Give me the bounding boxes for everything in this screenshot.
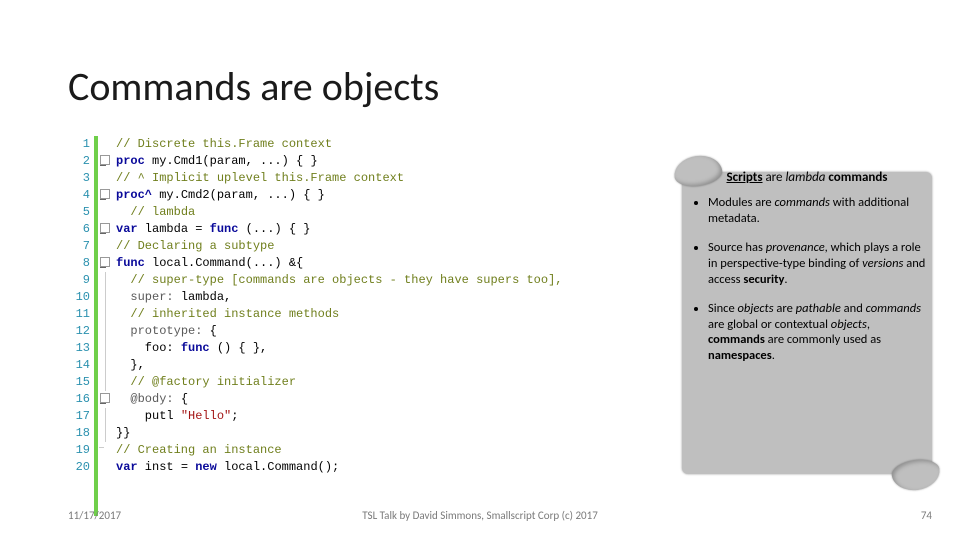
fold-marker (98, 459, 112, 476)
line-number: 9 (68, 272, 90, 289)
code-line: putl "Hello"; (112, 408, 658, 425)
code-line: prototype: { (112, 323, 658, 340)
line-number: 11 (68, 306, 90, 323)
fold-marker (98, 425, 112, 442)
fold-marker (98, 238, 112, 255)
fold-column (98, 136, 112, 516)
fold-marker (98, 323, 112, 340)
fold-marker (98, 221, 112, 238)
code-line: foo: func () { }, (112, 340, 658, 357)
code-line: var lambda = func (...) { } (112, 221, 658, 238)
line-number: 16 (68, 391, 90, 408)
callout-content: Scripts are lambda commands Modules are … (690, 170, 928, 476)
code-line: func local.Command(...) &{ (112, 255, 658, 272)
line-number: 10 (68, 289, 90, 306)
line-number: 20 (68, 459, 90, 476)
code-line: // Creating an instance (112, 442, 658, 459)
line-number: 12 (68, 323, 90, 340)
code-line: // lambda (112, 204, 658, 221)
line-number: 5 (68, 204, 90, 221)
code-line: @body: { (112, 391, 658, 408)
footer-page: 74 (921, 509, 932, 522)
fold-marker (98, 170, 112, 187)
line-number: 18 (68, 425, 90, 442)
code-line: // Declaring a subtype (112, 238, 658, 255)
code-line: var inst = new local.Command(); (112, 459, 658, 476)
code-line: // inherited instance methods (112, 306, 658, 323)
fold-marker (98, 357, 112, 374)
fold-marker (98, 340, 112, 357)
slide-title: Commands are objects (68, 62, 439, 111)
fold-marker (98, 153, 112, 170)
callout-bullet: Since objects are pathable and commands … (708, 301, 928, 364)
callout-bullets: Modules are commands with additional met… (690, 195, 928, 364)
line-number: 7 (68, 238, 90, 255)
footer-center: TSL Talk by David Simmons, Smallscript C… (0, 509, 960, 522)
line-number: 17 (68, 408, 90, 425)
code-line: }, (112, 357, 658, 374)
code-line: // super-type [commands are objects - th… (112, 272, 658, 289)
line-number-gutter: 1234567891011121314151617181920 (68, 136, 94, 516)
code-line: // ^ Implicit uplevel this.Frame context (112, 170, 658, 187)
line-number: 8 (68, 255, 90, 272)
fold-marker (98, 306, 112, 323)
code-line: // @factory initializer (112, 374, 658, 391)
fold-marker (98, 391, 112, 408)
code-column: // Discrete this.Frame contextproc my.Cm… (112, 136, 658, 516)
line-number: 19 (68, 442, 90, 459)
line-number: 15 (68, 374, 90, 391)
code-line: proc^ my.Cmd2(param, ...) { } (112, 187, 658, 204)
code-line: super: lambda, (112, 289, 658, 306)
callout-scroll: Scripts are lambda commands Modules are … (672, 158, 942, 488)
line-number: 14 (68, 357, 90, 374)
fold-marker (98, 255, 112, 272)
callout-bullet: Source has provenance, which plays a rol… (708, 240, 928, 287)
fold-marker (98, 187, 112, 204)
code-line: }} (112, 425, 658, 442)
fold-marker (98, 408, 112, 425)
line-number: 6 (68, 221, 90, 238)
fold-marker (98, 136, 112, 153)
code-editor: 1234567891011121314151617181920 // Discr… (68, 136, 658, 516)
callout-bullet: Modules are commands with additional met… (708, 195, 928, 226)
fold-marker (98, 289, 112, 306)
fold-marker (98, 374, 112, 391)
line-number: 13 (68, 340, 90, 357)
line-number: 4 (68, 187, 90, 204)
line-number: 1 (68, 136, 90, 153)
callout-headline: Scripts are lambda commands (690, 170, 928, 185)
fold-marker (98, 204, 112, 221)
line-number: 2 (68, 153, 90, 170)
fold-marker (98, 272, 112, 289)
line-number: 3 (68, 170, 90, 187)
code-line: proc my.Cmd1(param, ...) { } (112, 153, 658, 170)
code-line: // Discrete this.Frame context (112, 136, 658, 153)
